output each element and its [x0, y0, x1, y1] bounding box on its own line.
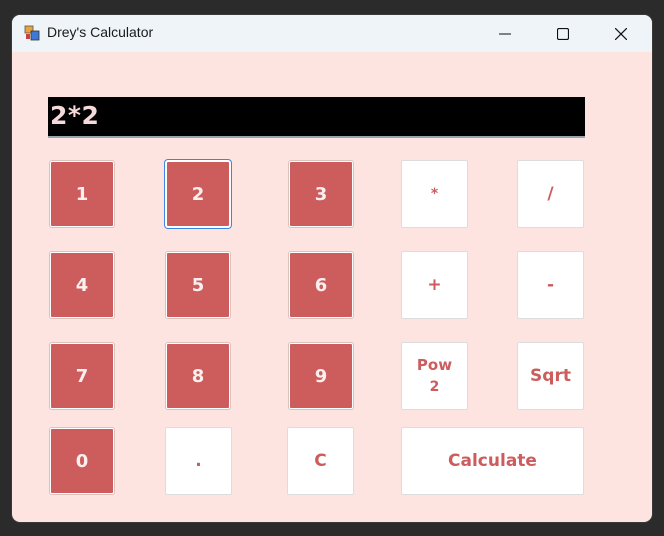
digit-2-button[interactable]: 2 [166, 161, 230, 227]
minimize-button[interactable] [476, 15, 534, 52]
close-icon [615, 27, 627, 40]
clear-button[interactable]: C [287, 427, 354, 495]
digit-5-button[interactable]: 5 [166, 252, 230, 318]
digit-4-button[interactable]: 4 [50, 252, 114, 318]
multiply-button[interactable]: * [401, 160, 468, 228]
pow2-label-line2: 2 [429, 379, 440, 395]
subtract-button[interactable]: - [517, 251, 584, 319]
maximize-icon [557, 27, 569, 40]
display-field[interactable]: 2*2 [48, 97, 585, 138]
digit-3-button[interactable]: 3 [289, 161, 353, 227]
digit-6-button[interactable]: 6 [289, 252, 353, 318]
add-button[interactable]: + [401, 251, 468, 319]
maximize-button[interactable] [534, 15, 592, 52]
divide-button[interactable]: / [517, 160, 584, 228]
pow2-button[interactable]: Pow 2 [401, 342, 468, 410]
decimal-point-button[interactable]: . [165, 427, 232, 495]
digit-9-button[interactable]: 9 [289, 343, 353, 409]
window-title: Drey's Calculator [47, 24, 154, 40]
app-icon [24, 25, 40, 41]
digit-8-button[interactable]: 8 [166, 343, 230, 409]
pow2-label-line1: Pow [416, 356, 453, 374]
title-bar[interactable]: Drey's Calculator [12, 15, 652, 52]
sqrt-button[interactable]: Sqrt [517, 342, 584, 410]
digit-0-button[interactable]: 0 [50, 428, 114, 494]
digit-1-button[interactable]: 1 [50, 161, 114, 227]
close-button[interactable] [592, 15, 650, 52]
digit-7-button[interactable]: 7 [50, 343, 114, 409]
calculator-window: Drey's Calculator 2*2 1 2 3 * / 4 5 6 + … [12, 15, 652, 522]
minimize-icon [499, 33, 511, 34]
calculate-button[interactable]: Calculate [401, 427, 584, 495]
